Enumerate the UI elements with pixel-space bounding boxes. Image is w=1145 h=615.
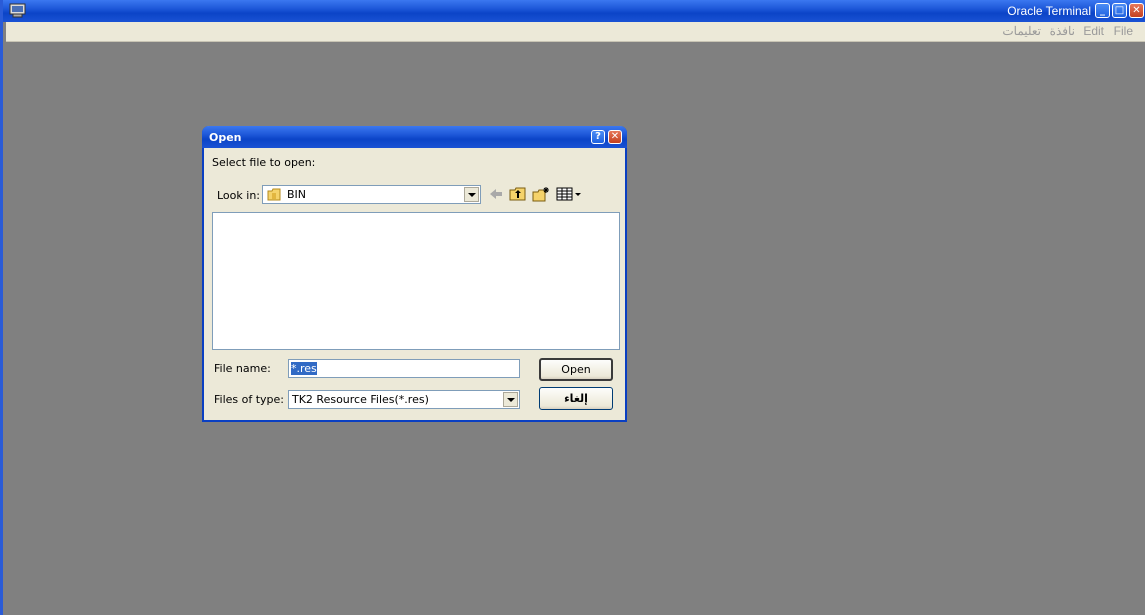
menu-edit[interactable]: Edit: [1083, 24, 1104, 38]
app-titlebar[interactable]: Oracle Terminal _ □ ✕: [3, 0, 1145, 22]
files-of-type-value: TK2 Resource Files(*.res): [292, 393, 429, 406]
view-menu-icon[interactable]: [556, 186, 582, 202]
file-name-input[interactable]: *.res: [288, 359, 520, 378]
up-folder-icon[interactable]: [509, 186, 527, 202]
cancel-button[interactable]: إلغاء: [539, 387, 613, 410]
dialog-close-button[interactable]: ✕: [608, 130, 622, 144]
file-name-label: File name:: [214, 362, 271, 375]
dialog-title: Open: [209, 131, 242, 144]
back-icon[interactable]: [487, 186, 505, 202]
file-list[interactable]: [212, 212, 620, 350]
look-in-label: Look in:: [217, 189, 260, 202]
menu-file[interactable]: File: [1114, 24, 1133, 38]
open-button[interactable]: Open: [539, 358, 613, 381]
dialog-titlebar[interactable]: Open ? ✕: [202, 126, 627, 148]
chevron-down-icon[interactable]: [503, 392, 518, 407]
look-in-dropdown[interactable]: BIN: [262, 185, 481, 204]
menubar: File Edit نافذة تعليمات: [6, 22, 1145, 42]
menu-window[interactable]: نافذة: [1050, 24, 1075, 38]
look-in-value: BIN: [287, 188, 307, 201]
open-dialog: Open ? ✕ Select file to open: Look in: B…: [202, 126, 627, 422]
files-of-type-dropdown[interactable]: TK2 Resource Files(*.res): [288, 390, 520, 409]
files-of-type-label: Files of type:: [214, 393, 285, 406]
minimize-button[interactable]: _: [1095, 3, 1110, 18]
app-title: Oracle Terminal: [1007, 4, 1091, 18]
dialog-prompt: Select file to open:: [212, 156, 316, 169]
folder-icon: [267, 188, 281, 201]
chevron-down-icon[interactable]: [464, 187, 479, 202]
file-name-selected-text: *.res: [291, 362, 317, 375]
app-icon[interactable]: [9, 3, 26, 18]
new-folder-icon[interactable]: [532, 186, 550, 202]
close-button[interactable]: ✕: [1129, 3, 1144, 18]
menu-help[interactable]: تعليمات: [1002, 24, 1041, 38]
help-button[interactable]: ?: [591, 130, 605, 144]
maximize-button[interactable]: □: [1112, 3, 1127, 18]
